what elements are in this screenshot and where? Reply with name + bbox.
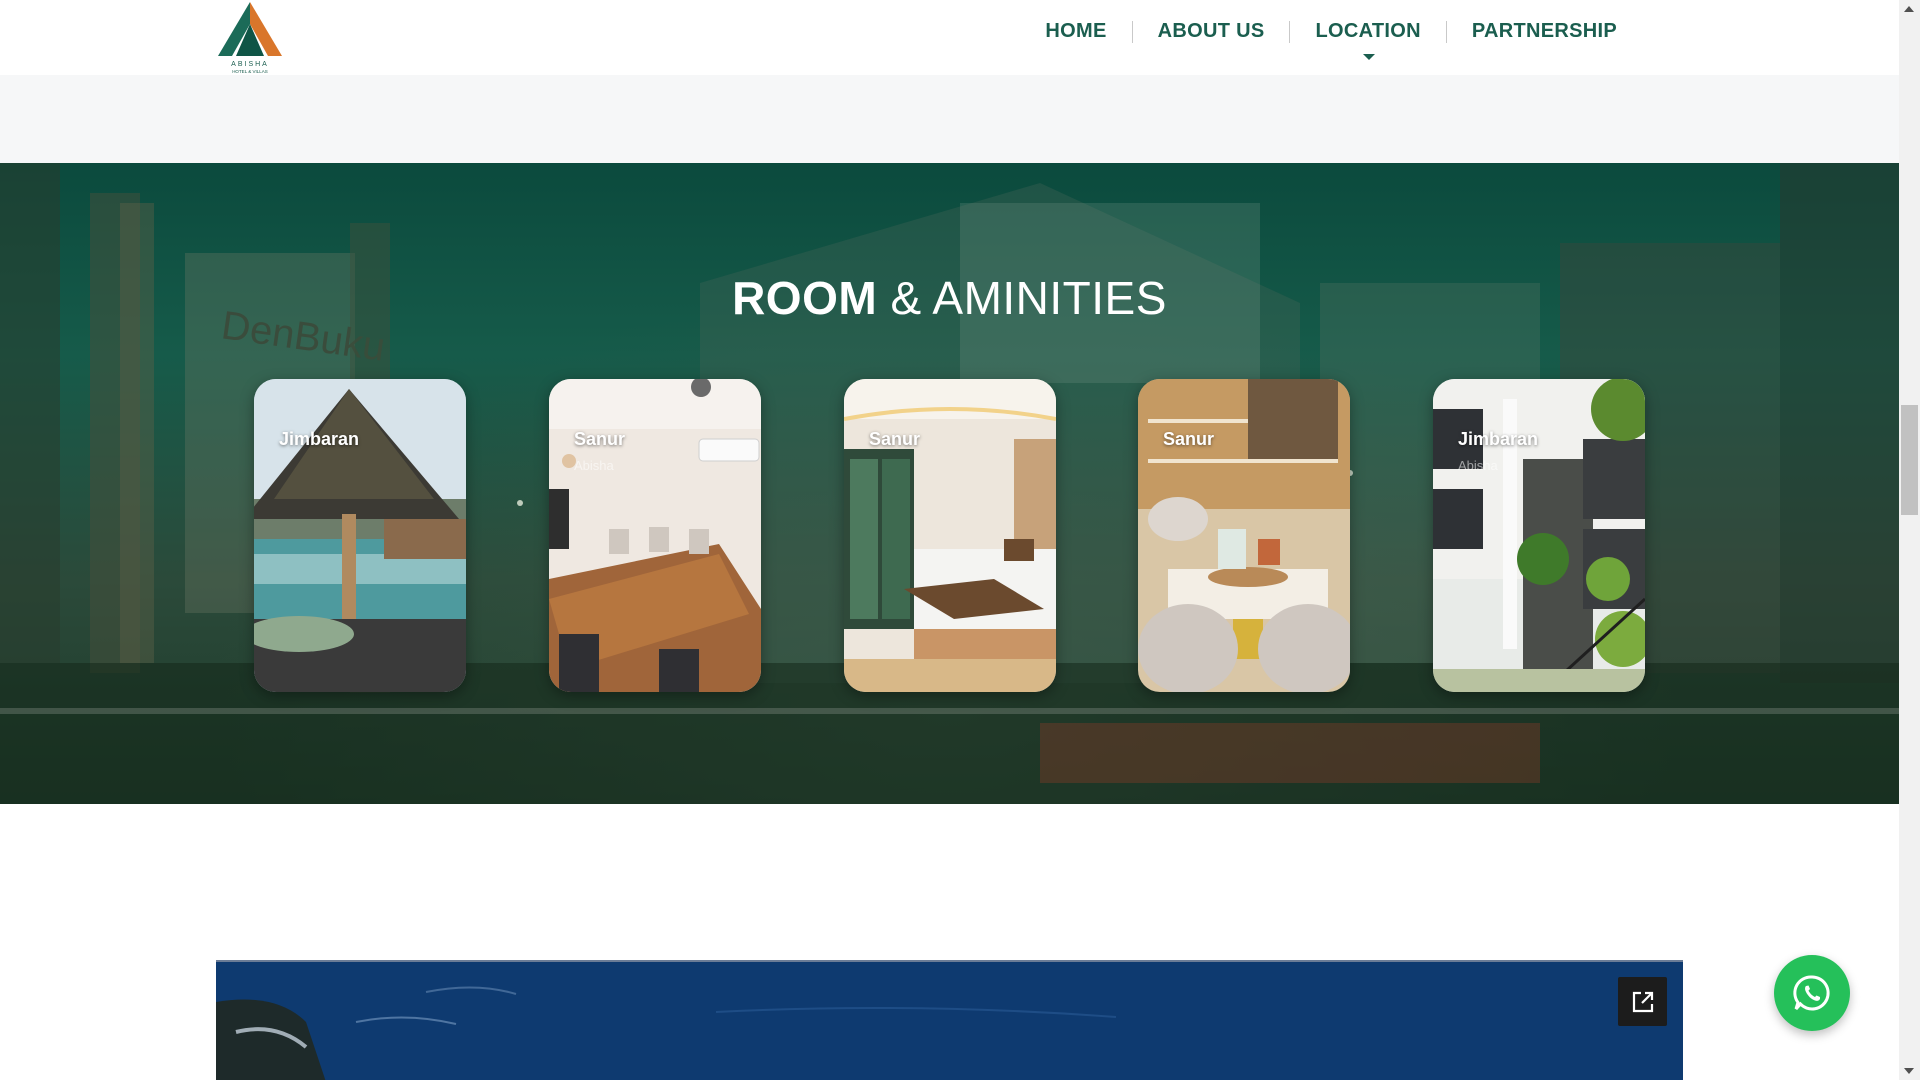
meeting-room-photo <box>549 379 761 692</box>
main-nav: HOME ABOUT US LOCATION PARTNERSHIP <box>1020 20 1642 60</box>
restaurant-photo <box>1138 379 1350 692</box>
bedroom-photo <box>844 379 1056 692</box>
svg-text:HOTEL & VILLAS: HOTEL & VILLAS <box>232 69 268 74</box>
villa-exterior-photo <box>1433 379 1645 692</box>
card-title: Jimbaran <box>1458 429 1539 449</box>
card-title: Sanur <box>574 429 626 449</box>
page-scrollbar[interactable] <box>1899 0 1920 1080</box>
whatsapp-button[interactable] <box>1774 955 1850 1031</box>
card-subtitle: Abisha <box>1458 458 1498 473</box>
nav-partnership[interactable]: PARTNERSHIP <box>1447 20 1642 43</box>
svg-text:ABISHA: ABISHA <box>231 61 269 68</box>
abisha-logo[interactable]: ABISHA HOTEL & VILLAS <box>212 0 288 76</box>
room-card[interactable]: Sanur <box>844 379 1056 692</box>
room-card[interactable]: Sanur <box>1138 379 1350 692</box>
card-subtitle: Abisha <box>574 458 614 473</box>
scroll-down-arrow-icon[interactable] <box>1904 1068 1914 1074</box>
title-bold: ROOM <box>732 272 878 324</box>
rooms-amenities-section: DenBuku ROOM & AMINITIES Jimbaran Sanur … <box>0 163 1899 804</box>
nav-location[interactable]: LOCATION <box>1290 20 1445 60</box>
scroll-up-arrow-icon[interactable] <box>1904 6 1914 12</box>
caret-down-icon <box>1363 54 1376 60</box>
title-light: & AMINITIES <box>890 272 1167 324</box>
card-title: Sanur <box>869 429 921 449</box>
room-card[interactable]: Sanur Abisha <box>549 379 761 692</box>
room-card[interactable]: Jimbaran Abisha <box>1433 379 1645 692</box>
site-header: ABISHA HOTEL & VILLAS HOME ABOUT US LOCA… <box>0 0 1899 75</box>
card-title: Jimbaran <box>279 429 360 449</box>
room-card[interactable]: Jimbaran <box>254 379 466 692</box>
expand-button[interactable] <box>1618 977 1667 1026</box>
whatsapp-icon <box>1793 975 1830 1011</box>
external-link-icon <box>1632 991 1653 1012</box>
pool-gazebo-photo <box>254 379 466 692</box>
ocean-photo <box>216 962 1683 1080</box>
scroll-thumb[interactable] <box>1901 405 1918 515</box>
card-title: Sanur <box>1163 429 1215 449</box>
nav-home[interactable]: HOME <box>1020 20 1131 43</box>
nav-location-label: LOCATION <box>1315 20 1421 42</box>
embedded-ocean-view[interactable] <box>216 960 1683 1080</box>
spacer-band <box>0 75 1899 163</box>
section-title: ROOM & AMINITIES <box>0 271 1899 325</box>
nav-about-us[interactable]: ABOUT US <box>1133 20 1290 43</box>
